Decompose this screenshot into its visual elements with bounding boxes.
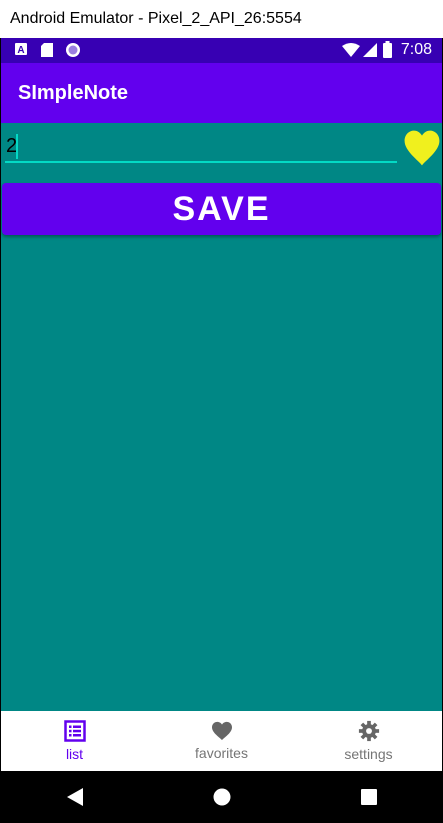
nav-item-favorites[interactable]: favorites (148, 711, 295, 771)
recents-icon (360, 789, 377, 805)
back-icon (66, 788, 83, 806)
circle-icon (66, 43, 80, 57)
svg-text:A: A (17, 45, 24, 55)
bottom-navigation: list favorites settings (1, 711, 442, 771)
list-icon (63, 720, 86, 742)
a-icon: A (15, 43, 27, 55)
phone-screen: A 7:08 SImpleNote SAVE (0, 38, 443, 823)
main-content: SAVE (1, 123, 442, 711)
status-bar: A 7:08 (1, 38, 442, 63)
gear-icon (358, 720, 379, 742)
window-title: Android Emulator - Pixel_2_API_26:5554 (10, 10, 302, 27)
sd-card-icon (41, 43, 53, 57)
heart-icon (211, 721, 232, 741)
back-button[interactable] (55, 777, 95, 817)
recents-button[interactable] (349, 777, 389, 817)
nav-label-list: list (65, 746, 84, 762)
save-button[interactable]: SAVE (2, 183, 441, 235)
nav-label-favorites: favorites (195, 745, 248, 761)
nav-item-settings[interactable]: settings (295, 711, 442, 771)
status-time: 7:08 (400, 41, 432, 58)
note-input[interactable] (5, 131, 397, 163)
nav-label-settings: settings (344, 746, 393, 762)
home-icon (213, 788, 230, 806)
battery-icon (383, 41, 392, 58)
favorite-heart-icon[interactable] (403, 128, 441, 168)
wifi-icon (342, 43, 360, 57)
app-title: SImpleNote (18, 81, 129, 104)
home-button[interactable] (202, 777, 242, 817)
system-navigation-bar (1, 771, 442, 823)
emulator-title-bar: Android Emulator - Pixel_2_API_26:5554 (0, 0, 443, 38)
signal-icon (363, 43, 377, 57)
nav-item-list[interactable]: list (1, 711, 148, 771)
text-cursor (16, 134, 18, 159)
app-bar: SImpleNote (1, 63, 442, 123)
